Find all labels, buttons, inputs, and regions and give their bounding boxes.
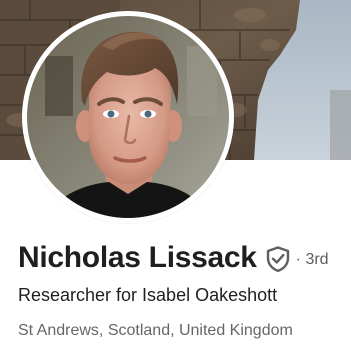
avatar-photo: [27, 16, 229, 218]
profile-location: St Andrews, Scotland, United Kingdom: [18, 322, 293, 339]
profile-headline: Researcher for Isabel Oakeshott: [18, 285, 278, 305]
profile-avatar[interactable]: [22, 11, 234, 223]
profile-name: Nicholas Lissack: [18, 241, 257, 274]
profile-card: Nicholas Lissack · 3rd Researcher for Is…: [0, 0, 351, 349]
connection-degree: · 3rd: [295, 250, 329, 268]
name-row: Nicholas Lissack · 3rd: [18, 238, 329, 278]
shield-check-icon[interactable]: [266, 246, 290, 272]
